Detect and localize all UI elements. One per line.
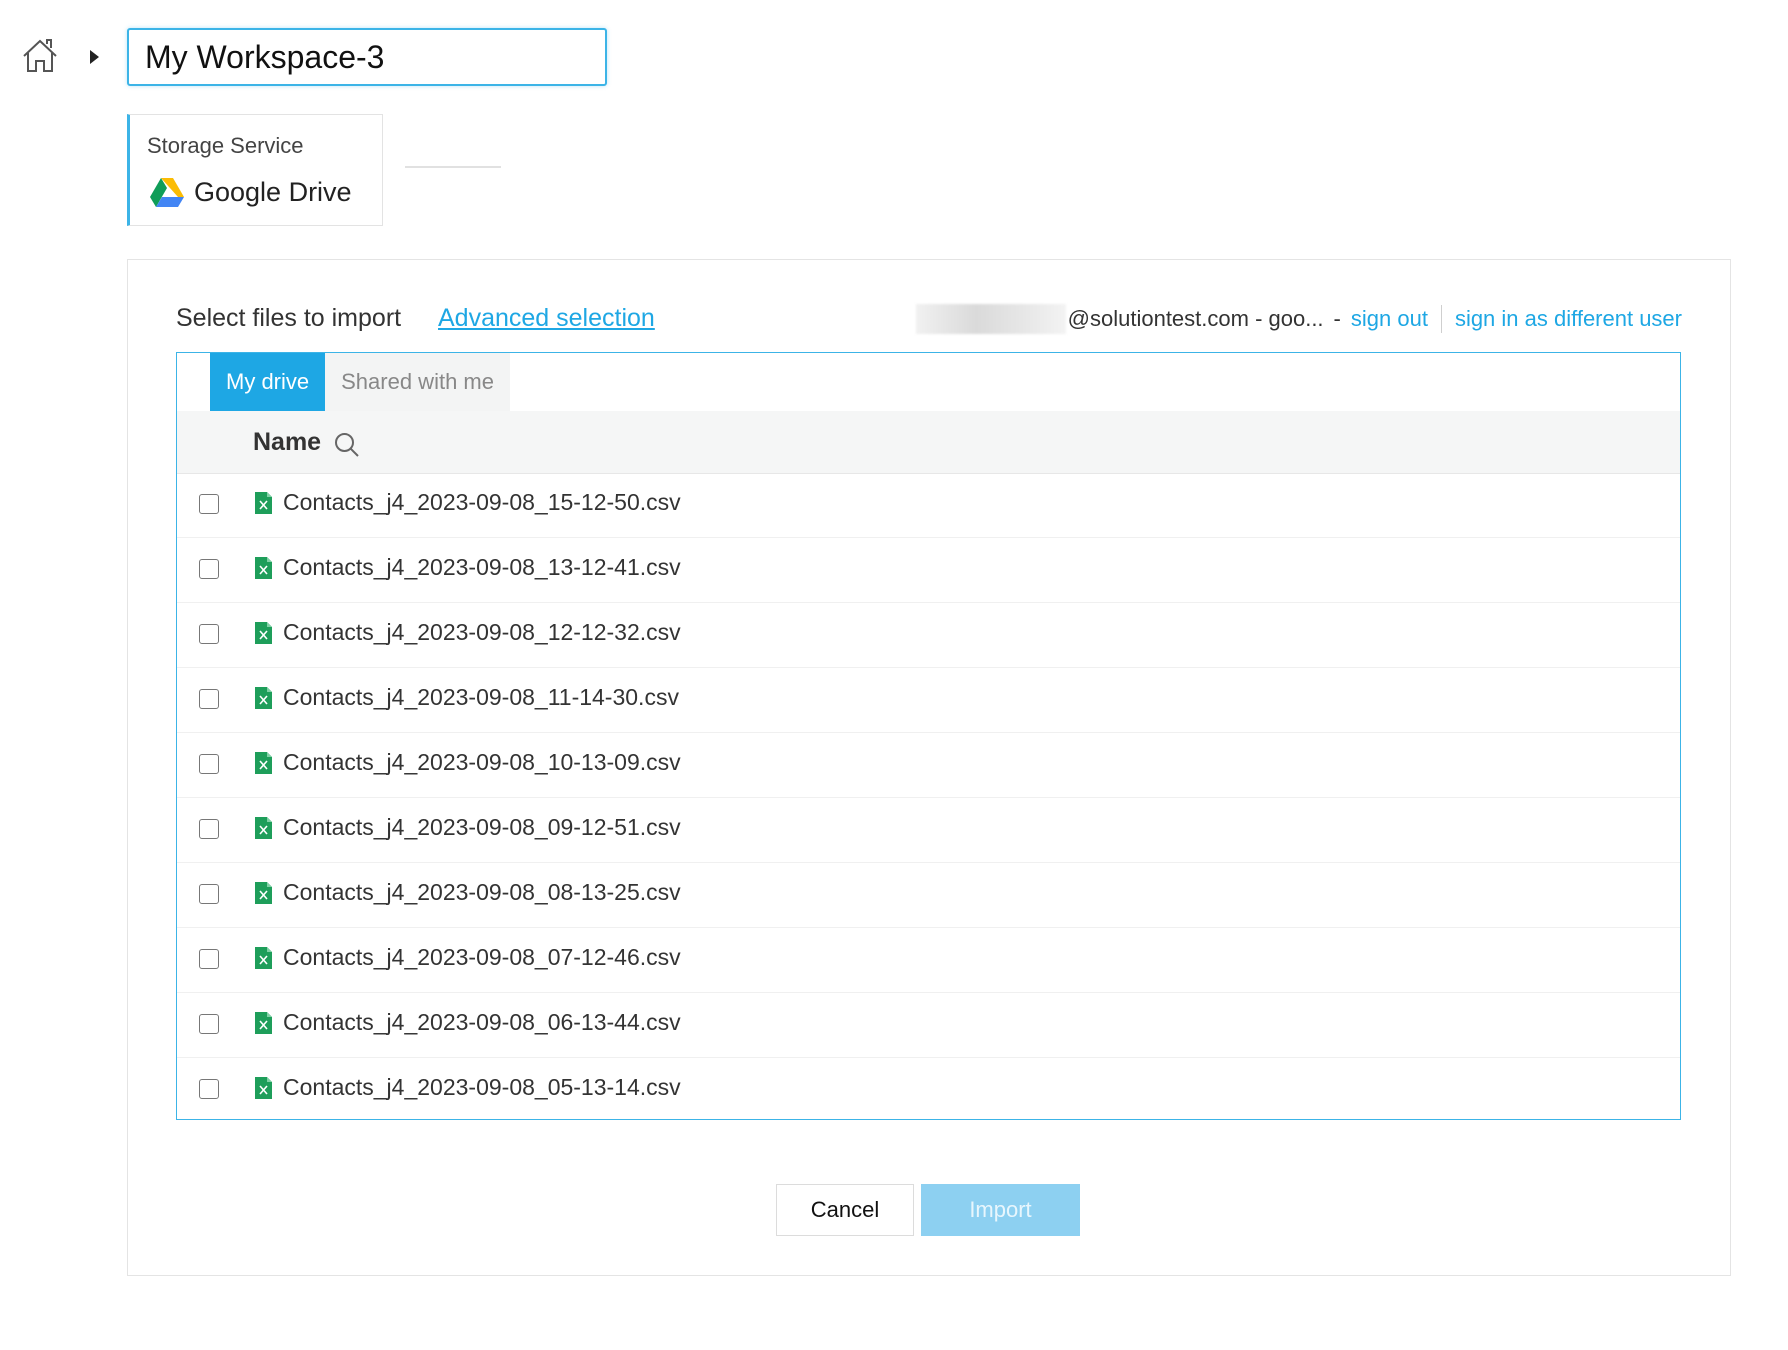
spreadsheet-file-icon: [255, 817, 272, 839]
sign-in-different-user-link[interactable]: sign in as different user: [1455, 306, 1682, 332]
google-drive-icon: [150, 177, 184, 207]
file-name[interactable]: Contacts_j4_2023-09-08_09-12-51.csv: [283, 814, 681, 841]
file-checkbox[interactable]: [199, 624, 219, 644]
caret-right-icon: [90, 50, 99, 64]
file-checkbox[interactable]: [199, 884, 219, 904]
file-name[interactable]: Contacts_j4_2023-09-08_08-13-25.csv: [283, 879, 681, 906]
file-checkbox[interactable]: [199, 1079, 219, 1099]
cancel-button[interactable]: Cancel: [776, 1184, 914, 1236]
link-divider: [1440, 305, 1442, 333]
file-row[interactable]: Contacts_j4_2023-09-08_11-14-30.csv: [177, 668, 1680, 733]
file-name[interactable]: Contacts_j4_2023-09-08_12-12-32.csv: [283, 619, 681, 646]
file-row[interactable]: Contacts_j4_2023-09-08_12-12-32.csv: [177, 603, 1680, 668]
storage-service-label: Storage Service: [147, 133, 304, 158]
file-row[interactable]: Contacts_j4_2023-09-08_08-13-25.csv: [177, 863, 1680, 928]
file-row[interactable]: Contacts_j4_2023-09-08_05-13-14.csv: [177, 1058, 1680, 1122]
file-checkbox[interactable]: [199, 1014, 219, 1034]
tab-my-drive[interactable]: My drive: [210, 353, 326, 411]
workspace-name-input[interactable]: [127, 28, 607, 86]
file-checkbox[interactable]: [199, 689, 219, 709]
sign-out-link[interactable]: sign out: [1351, 306, 1428, 332]
tab-shared-with-me[interactable]: Shared with me: [325, 353, 510, 411]
import-panel: Select files to import Advanced selectio…: [127, 259, 1731, 1276]
spreadsheet-file-icon: [255, 1012, 272, 1034]
column-header-name[interactable]: Name: [253, 428, 321, 457]
file-row[interactable]: Contacts_j4_2023-09-08_10-13-09.csv: [177, 733, 1680, 798]
spreadsheet-file-icon: [255, 492, 272, 514]
storage-service-name: Google Drive: [194, 177, 352, 207]
file-checkbox[interactable]: [199, 754, 219, 774]
file-name[interactable]: Contacts_j4_2023-09-08_15-12-50.csv: [283, 489, 681, 516]
home-icon[interactable]: [20, 36, 60, 76]
divider: [405, 166, 501, 168]
file-row[interactable]: Contacts_j4_2023-09-08_07-12-46.csv: [177, 928, 1680, 993]
spreadsheet-file-icon: [255, 557, 272, 579]
account-info: @solutiontest.com - goo... - sign out si…: [915, 304, 1682, 334]
file-row[interactable]: Contacts_j4_2023-09-08_15-12-50.csv: [177, 473, 1680, 538]
account-email: @solutiontest.com - goo...: [1067, 306, 1324, 331]
storage-service-card[interactable]: Storage Service Google Drive: [127, 114, 383, 226]
file-name[interactable]: Contacts_j4_2023-09-08_11-14-30.csv: [283, 684, 679, 711]
file-checkbox[interactable]: [199, 819, 219, 839]
file-browser: My drive Shared with me Name Contacts_j4…: [176, 352, 1681, 1120]
advanced-selection-link[interactable]: Advanced selection: [438, 304, 655, 333]
spreadsheet-file-icon: [255, 882, 272, 904]
file-row[interactable]: Contacts_j4_2023-09-08_06-13-44.csv: [177, 993, 1680, 1058]
file-checkbox[interactable]: [199, 494, 219, 514]
import-page: Storage Service Google Drive Select file…: [0, 0, 1788, 1350]
account-separator: -: [1333, 306, 1341, 331]
spreadsheet-file-icon: [255, 1077, 272, 1099]
file-list: Contacts_j4_2023-09-08_15-12-50.csv Cont…: [177, 473, 1680, 1122]
file-name[interactable]: Contacts_j4_2023-09-08_10-13-09.csv: [283, 749, 681, 776]
file-name[interactable]: Contacts_j4_2023-09-08_06-13-44.csv: [283, 1009, 681, 1036]
spreadsheet-file-icon: [255, 687, 272, 709]
file-checkbox[interactable]: [199, 949, 219, 969]
spreadsheet-file-icon: [255, 622, 272, 644]
spreadsheet-file-icon: [255, 752, 272, 774]
file-row[interactable]: Contacts_j4_2023-09-08_09-12-51.csv: [177, 798, 1680, 863]
file-name[interactable]: Contacts_j4_2023-09-08_05-13-14.csv: [283, 1074, 681, 1101]
file-checkbox[interactable]: [199, 559, 219, 579]
spreadsheet-file-icon: [255, 947, 272, 969]
file-name[interactable]: Contacts_j4_2023-09-08_13-12-41.csv: [283, 554, 681, 581]
file-row[interactable]: Contacts_j4_2023-09-08_13-12-41.csv: [177, 538, 1680, 603]
search-icon[interactable]: [333, 431, 361, 459]
panel-title: Select files to import: [176, 304, 402, 332]
table-header: Name: [177, 411, 1680, 474]
file-name[interactable]: Contacts_j4_2023-09-08_07-12-46.csv: [283, 944, 681, 971]
redacted-email-prefix: [915, 304, 1066, 334]
drive-tabs: My drive Shared with me: [210, 353, 510, 411]
import-button[interactable]: Import: [921, 1184, 1080, 1236]
